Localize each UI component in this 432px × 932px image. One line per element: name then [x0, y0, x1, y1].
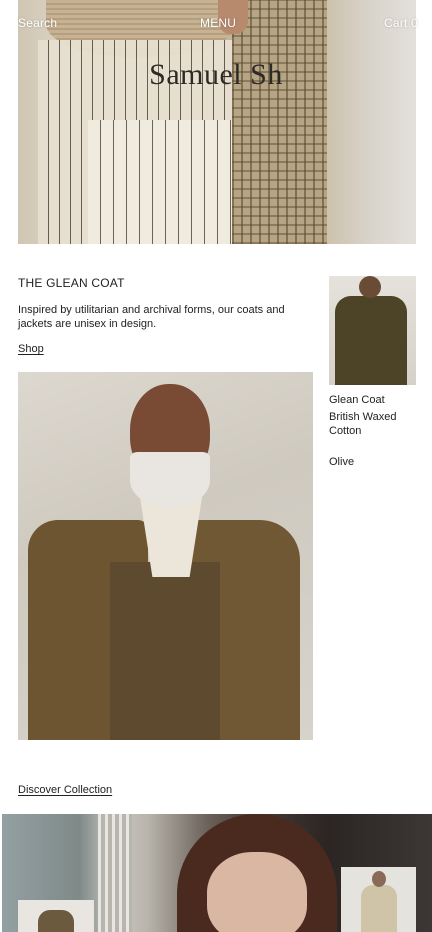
search-link[interactable]: Search — [18, 16, 57, 30]
feature-title: THE GLEAN COAT — [18, 276, 125, 290]
collection-banner-image — [2, 814, 432, 932]
hero-check-coat — [232, 0, 327, 244]
product-thumbnail[interactable] — [329, 276, 416, 385]
thumbnail-model-head — [372, 871, 386, 887]
product-name[interactable]: Glean Coat — [329, 393, 385, 407]
product-model-head — [359, 276, 381, 298]
thumbnail-coat-shape — [38, 910, 74, 932]
discover-collection-link[interactable]: Discover Collection — [18, 784, 112, 796]
shop-link[interactable]: Shop — [18, 343, 44, 355]
model-beard — [130, 452, 210, 508]
window-frame — [98, 814, 132, 932]
product-color: Olive — [329, 456, 355, 468]
model-photo[interactable] — [18, 372, 313, 740]
cart-link[interactable]: Cart 0 — [384, 16, 418, 30]
collection-thumbnail-left[interactable] — [18, 900, 94, 932]
coat-vest — [110, 562, 220, 740]
menu-button[interactable]: MENU — [200, 16, 236, 30]
feature-description: Inspired by utilitarian and archival for… — [18, 304, 285, 330]
brand-logo[interactable]: Samuel Sh — [0, 58, 432, 92]
hero-image — [18, 0, 416, 244]
product-material-line1: British Waxed — [329, 411, 397, 423]
collection-thumbnail-right[interactable] — [341, 867, 416, 932]
product-material-line2: Cotton — [329, 425, 362, 437]
woman-face — [207, 852, 307, 932]
hero-striped-trousers — [88, 120, 238, 244]
thumbnail-coat-shape — [361, 885, 397, 932]
product-coat-shape — [335, 296, 407, 385]
